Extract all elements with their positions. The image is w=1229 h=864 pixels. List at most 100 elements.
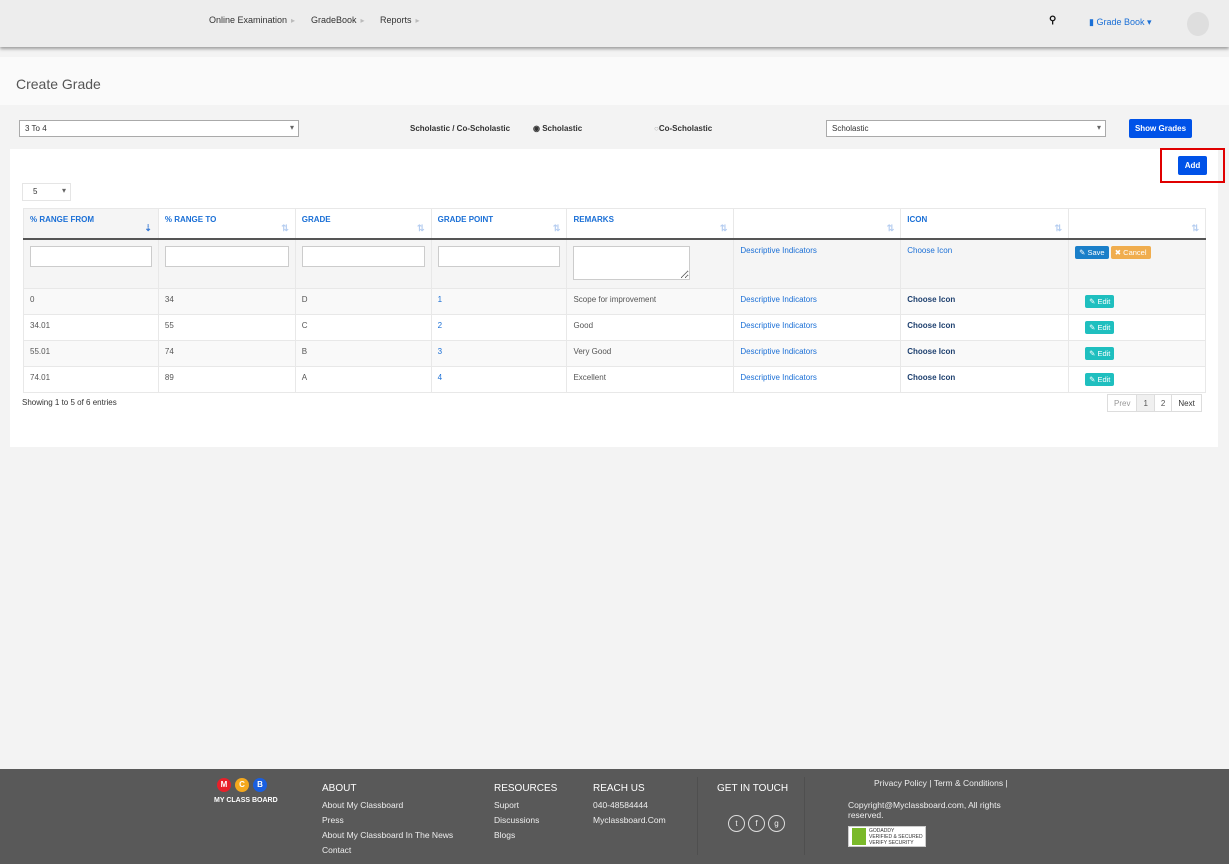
table-row: 34.01 55 C 2 Good Descriptive Indicators… bbox=[23, 313, 1206, 341]
sort-icon: ⇅ bbox=[1191, 222, 1199, 233]
class-select[interactable]: 3 To 4 bbox=[19, 120, 299, 137]
book-icon: ▮ bbox=[1089, 17, 1094, 27]
page-1-button[interactable]: 1 bbox=[1136, 394, 1155, 412]
descriptive-indicators-link[interactable]: Descriptive Indicators bbox=[740, 246, 816, 255]
header-grade[interactable]: GRADE ⇅ bbox=[294, 208, 432, 240]
table-row: 55.01 74 B 3 Very Good Descriptive Indic… bbox=[23, 339, 1206, 367]
header-descriptive[interactable]: ⇅ bbox=[733, 208, 902, 240]
footer-link[interactable]: About My Classboard In The News bbox=[322, 828, 453, 843]
footer: M C B MY CLASS BOARD ABOUT About My Clas… bbox=[0, 769, 1229, 864]
nav-gradebook[interactable]: GradeBook ▸ bbox=[311, 15, 365, 25]
choose-icon-link[interactable]: Choose Icon bbox=[907, 373, 955, 382]
cell-grade-point: 1 bbox=[430, 287, 568, 315]
add-button[interactable]: Add bbox=[1178, 156, 1207, 175]
cell-range-to: 89 bbox=[157, 365, 296, 393]
top-navbar bbox=[0, 0, 1229, 47]
facebook-icon[interactable]: f bbox=[748, 815, 765, 832]
cell-range-from: 55.01 bbox=[23, 339, 159, 367]
range-to-input[interactable] bbox=[164, 245, 289, 267]
get-in-touch-title: GET IN TOUCH bbox=[717, 783, 789, 794]
grade-point-input[interactable] bbox=[437, 245, 561, 267]
header-icon[interactable]: ICON ⇅ bbox=[900, 208, 1070, 240]
google-plus-icon[interactable]: g bbox=[768, 815, 785, 832]
cell-grade-point: 2 bbox=[430, 313, 568, 341]
edit-button[interactable]: ✎ Edit bbox=[1085, 294, 1115, 308]
copyright: Copyright@Myclassboard.com, All rights r… bbox=[848, 800, 1001, 820]
header-range-from[interactable]: % RANGE FROM ⇣ bbox=[23, 208, 159, 240]
header-range-to[interactable]: % RANGE TO ⇅ bbox=[157, 208, 296, 240]
descriptive-indicators-link[interactable]: Descriptive Indicators bbox=[740, 321, 816, 330]
godaddy-badge[interactable]: GODADDY VERIFIED & SECURED VERIFY SECURITY bbox=[848, 826, 926, 847]
choose-icon-link[interactable]: Choose Icon bbox=[907, 321, 955, 330]
nav-reports[interactable]: Reports ▸ bbox=[380, 15, 420, 25]
website-link[interactable]: Myclassboard.Com bbox=[593, 813, 666, 828]
gradebook-menu[interactable]: ▮ Grade Book ▾ bbox=[1089, 17, 1152, 28]
cell-grade: B bbox=[294, 339, 432, 367]
footer-link[interactable]: Contact bbox=[322, 843, 453, 858]
footer-link[interactable]: Discussions bbox=[494, 813, 557, 828]
header-remarks[interactable]: REMARKS ⇅ bbox=[566, 208, 735, 240]
lock-icon bbox=[852, 828, 866, 845]
footer-reach: REACH US 040-48584444 Myclassboard.Com bbox=[593, 783, 666, 828]
new-grade-row: Descriptive Indicators Choose Icon ✎ Sav… bbox=[23, 238, 1206, 289]
header-actions[interactable]: ⇅ bbox=[1068, 208, 1206, 240]
cell-grade-point: 3 bbox=[430, 339, 568, 367]
remarks-textarea[interactable] bbox=[573, 245, 691, 280]
table-row: 0 34 D 1 Scope for improvement Descripti… bbox=[23, 287, 1206, 315]
cell-range-to: 55 bbox=[157, 313, 296, 341]
page-2-button[interactable]: 2 bbox=[1153, 394, 1173, 412]
cell-grade: C bbox=[294, 313, 432, 341]
cell-remarks: Scope for improvement bbox=[566, 287, 735, 315]
privacy-policy-link[interactable]: Privacy Policy bbox=[874, 778, 927, 788]
search-icon[interactable]: ⚲ bbox=[1049, 15, 1056, 26]
avatar[interactable] bbox=[1187, 12, 1209, 36]
header-grade-point[interactable]: GRADE POINT ⇅ bbox=[430, 208, 568, 240]
table-row: 74.01 89 A 4 Excellent Descriptive Indic… bbox=[23, 365, 1206, 393]
edit-button[interactable]: ✎ Edit bbox=[1085, 372, 1115, 386]
sort-icon: ⇅ bbox=[886, 222, 895, 233]
sort-icon: ⇅ bbox=[417, 222, 425, 233]
descriptive-indicators-link[interactable]: Descriptive Indicators bbox=[740, 347, 816, 356]
page-length-select[interactable]: 5 bbox=[22, 183, 71, 201]
radio-scholastic[interactable]: ◉ Scholastic bbox=[533, 124, 582, 133]
sort-icon: ⇣ bbox=[144, 222, 152, 233]
terms-link[interactable]: Term & Conditions bbox=[934, 778, 1003, 788]
footer-link[interactable]: Press bbox=[322, 813, 453, 828]
cell-range-from: 34.01 bbox=[23, 313, 159, 341]
social-icons: tfg bbox=[728, 815, 788, 832]
show-grades-button[interactable]: Show Grades bbox=[1129, 119, 1192, 138]
nav-online-examination[interactable]: Online Examination ▸ bbox=[209, 15, 295, 25]
choose-icon-link[interactable]: Choose Icon bbox=[907, 295, 955, 304]
sort-icon: ⇅ bbox=[281, 222, 289, 233]
descriptive-indicators-link[interactable]: Descriptive Indicators bbox=[740, 373, 816, 382]
next-button[interactable]: Next bbox=[1171, 394, 1202, 412]
footer-link[interactable]: Suport bbox=[494, 798, 557, 813]
prev-button[interactable]: Prev bbox=[1107, 394, 1138, 412]
cell-grade-point: 4 bbox=[430, 365, 568, 393]
type-label: Scholastic / Co-Scholastic bbox=[410, 124, 511, 133]
save-button[interactable]: ✎ Save bbox=[1075, 245, 1109, 259]
table-info: Showing 1 to 5 of 6 entries bbox=[22, 398, 117, 407]
legal-links: Privacy Policy | Term & Conditions | bbox=[874, 778, 1008, 788]
radio-co-scholastic[interactable]: ○Co-Scholastic bbox=[654, 124, 712, 133]
choose-icon-link[interactable]: Choose Icon bbox=[907, 246, 952, 255]
cell-range-from: 0 bbox=[23, 287, 159, 315]
cell-range-to: 74 bbox=[157, 339, 296, 367]
descriptive-indicators-link[interactable]: Descriptive Indicators bbox=[740, 295, 816, 304]
cell-range-to: 34 bbox=[157, 287, 296, 315]
edit-button[interactable]: ✎ Edit bbox=[1085, 346, 1115, 360]
cell-remarks: Excellent bbox=[566, 365, 735, 393]
choose-icon-link[interactable]: Choose Icon bbox=[907, 347, 955, 356]
category-select[interactable]: Scholastic bbox=[826, 120, 1106, 137]
cancel-button[interactable]: ✖ Cancel bbox=[1110, 245, 1151, 259]
cell-grade: D bbox=[294, 287, 432, 315]
footer-about: ABOUT About My Classboard Press About My… bbox=[322, 783, 453, 858]
grade-input[interactable] bbox=[301, 245, 425, 267]
logo-text: MY CLASS BOARD bbox=[214, 797, 278, 804]
edit-button[interactable]: ✎ Edit bbox=[1085, 320, 1115, 334]
footer-link[interactable]: About My Classboard bbox=[322, 798, 453, 813]
twitter-icon[interactable]: t bbox=[728, 815, 745, 832]
range-from-input[interactable] bbox=[30, 245, 152, 267]
divider bbox=[697, 777, 698, 855]
footer-link[interactable]: Blogs bbox=[494, 828, 557, 843]
